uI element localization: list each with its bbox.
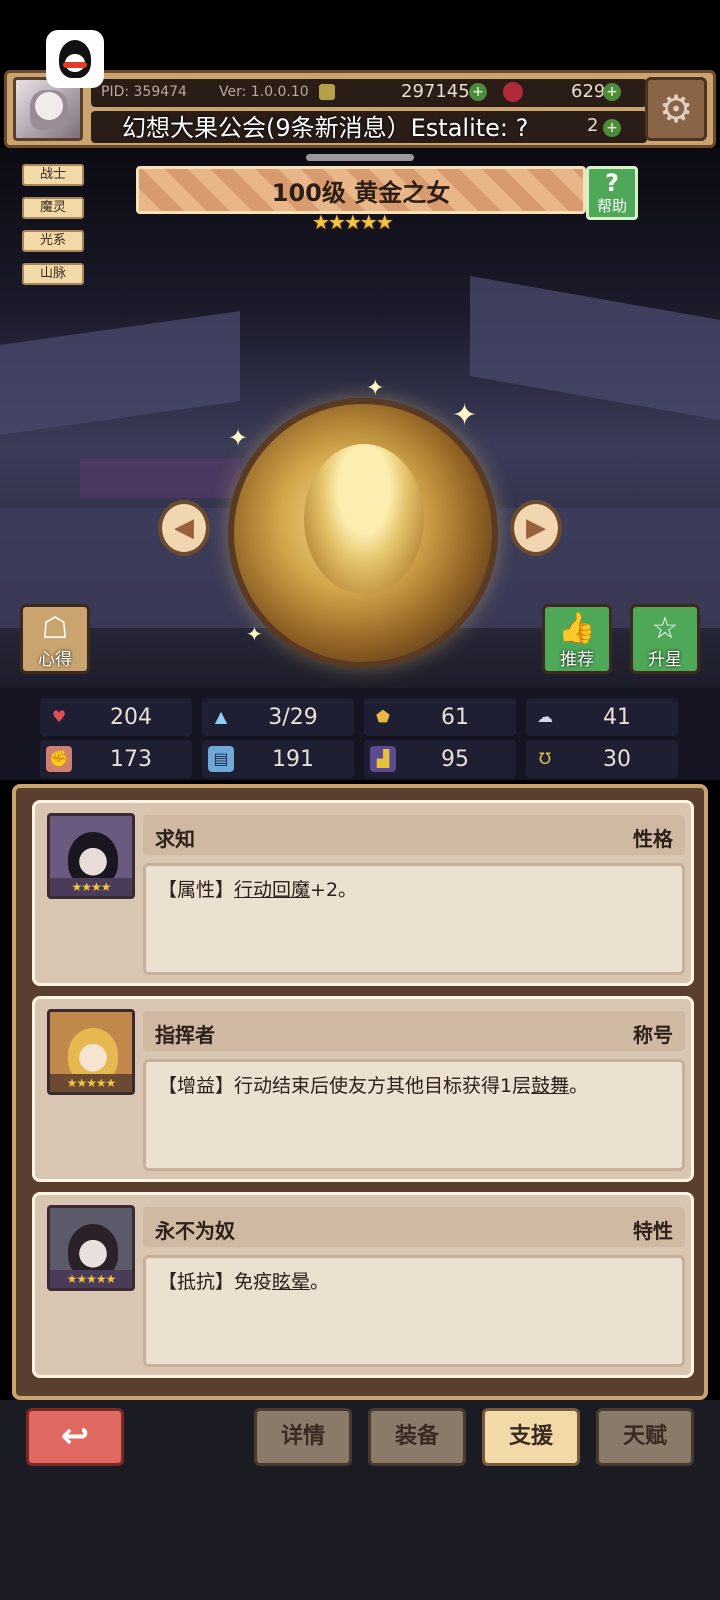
sparkle-icon: ✦: [452, 398, 478, 433]
card-header: 求知 性格: [143, 815, 685, 855]
mana-drop-icon: ▲: [214, 707, 228, 726]
help-button[interactable]: ? 帮助: [586, 166, 638, 220]
stat-magic: ▤ 191: [202, 740, 354, 778]
support-card[interactable]: ★★★★ 求知 性格 【属性】行动回魔+2。: [32, 800, 694, 986]
tab-equipment[interactable]: 装备: [368, 1408, 466, 1466]
card-type: 特性: [633, 1219, 673, 1243]
gold-coin-icon: [319, 84, 335, 100]
horseshoe-icon: Ʊ: [538, 749, 552, 768]
drag-handle[interactable]: [306, 154, 414, 161]
support-card[interactable]: ★★★★★ 永不为奴 特性 【抵抗】免疫眩晕。: [32, 1192, 694, 1378]
wing-icon: ☁: [537, 707, 553, 726]
question-icon: ?: [605, 169, 619, 197]
card-description: 【增益】行动结束后使友方其他目标获得1层鼓舞。: [143, 1059, 685, 1171]
red-gem-icon: [503, 82, 523, 102]
insight-button[interactable]: ☖ 心得: [20, 604, 90, 674]
add-secondary-icon[interactable]: +: [603, 118, 621, 137]
keyword-link[interactable]: 鼓舞: [531, 1075, 569, 1097]
tag-terrain: 山脉: [22, 263, 84, 285]
card-header: 指挥者 称号: [143, 1011, 685, 1051]
sparkle-icon: ✦: [228, 424, 249, 452]
sparkle-icon: ✦: [246, 622, 263, 646]
stat-hp: ♥ 204: [40, 698, 192, 736]
support-card[interactable]: ★★★★★ 指挥者 称号 【增益】行动结束后使友方其他目标获得1层鼓舞。: [32, 996, 694, 1182]
qq-penguin-icon[interactable]: [46, 30, 104, 88]
gold-amount: 297145: [401, 81, 470, 102]
boot-icon: ▟: [370, 746, 396, 772]
card-type: 称号: [633, 1023, 673, 1047]
character-portrait-orb: [228, 398, 498, 668]
secondary-count: 2: [587, 115, 599, 136]
card-type: 性格: [633, 827, 673, 851]
keyword-link[interactable]: 眩晕: [272, 1271, 310, 1293]
sparkle-icon: ✦: [366, 376, 385, 401]
card-description: 【抵抗】免疫眩晕。: [143, 1255, 685, 1367]
card-header: 永不为奴 特性: [143, 1207, 685, 1247]
guild-notification[interactable]: 幻想大果公会(9条新消息）Estalite: ?: [122, 108, 528, 143]
gem-amount: 629: [571, 81, 606, 102]
stat-attack: ✊ 173: [40, 740, 192, 778]
back-button[interactable]: ↩: [26, 1408, 124, 1466]
add-gold-icon[interactable]: +: [469, 83, 487, 101]
upgrade-star-button[interactable]: ☆ 升星: [630, 604, 700, 674]
stat-defense: ⬟ 61: [364, 698, 516, 736]
stat-agility: ▟ 95: [364, 740, 516, 778]
thumbs-up-icon: 👍: [558, 611, 596, 646]
player-info-bar: PID: 359474 Ver: 1.0.0.10 297145 + 629 +: [91, 79, 647, 107]
recommend-button[interactable]: 👍 推荐: [542, 604, 612, 674]
stat-speed: ☁ 41: [526, 698, 678, 736]
book-icon: ▤: [208, 746, 234, 772]
game-version: Ver: 1.0.0.10: [219, 84, 309, 100]
next-character-button[interactable]: ▶: [510, 500, 562, 556]
heart-icon: ♥: [51, 707, 67, 726]
golden-girl-figure: [304, 444, 424, 594]
stats-panel: ♥ 204 ▲ 3/29 ⬟ 61 ☁ 41 ✊ 173 ▤ 191 ▟ 95 …: [0, 688, 720, 780]
card-title: 指挥者: [155, 1023, 215, 1047]
stat-mana: ▲ 3/29: [202, 698, 354, 736]
character-star-rating: ★★★★★: [312, 210, 394, 234]
player-id: PID: 359474: [101, 84, 187, 100]
shield-icon: ⬟: [376, 707, 390, 726]
support-portrait[interactable]: ★★★★★: [47, 1205, 135, 1291]
support-portrait[interactable]: ★★★★: [47, 813, 135, 899]
character-title-banner: 100级 黄金之女: [136, 166, 586, 214]
previous-character-button[interactable]: ◀: [158, 500, 210, 556]
support-portrait[interactable]: ★★★★★: [47, 1009, 135, 1095]
support-panel: ★★★★ 求知 性格 【属性】行动回魔+2。 ★★★★★ 指挥者 称号 【增益】…: [12, 784, 708, 1400]
star-icon: ☆: [651, 611, 679, 646]
fist-icon: ✊: [46, 746, 72, 772]
tag-element: 光系: [22, 230, 84, 252]
keyword-link[interactable]: 行动回魔: [234, 879, 310, 901]
add-gem-icon[interactable]: +: [603, 83, 621, 101]
tab-talent[interactable]: 天赋: [596, 1408, 694, 1466]
card-title: 永不为奴: [155, 1219, 235, 1243]
return-arrow-icon: ↩: [60, 1416, 90, 1456]
tag-class: 战士: [22, 164, 84, 186]
card-description: 【属性】行动回魔+2。: [143, 863, 685, 975]
status-bar: [0, 0, 720, 70]
stat-luck: Ʊ 30: [526, 740, 678, 778]
character-title: 100级 黄金之女: [271, 178, 451, 207]
scroll-icon: ☖: [41, 611, 69, 646]
settings-gear-icon[interactable]: ⚙: [645, 77, 707, 141]
tab-details[interactable]: 详情: [254, 1408, 352, 1466]
tag-race: 魔灵: [22, 197, 84, 219]
card-title: 求知: [155, 827, 195, 851]
tab-support[interactable]: 支援: [482, 1408, 580, 1466]
